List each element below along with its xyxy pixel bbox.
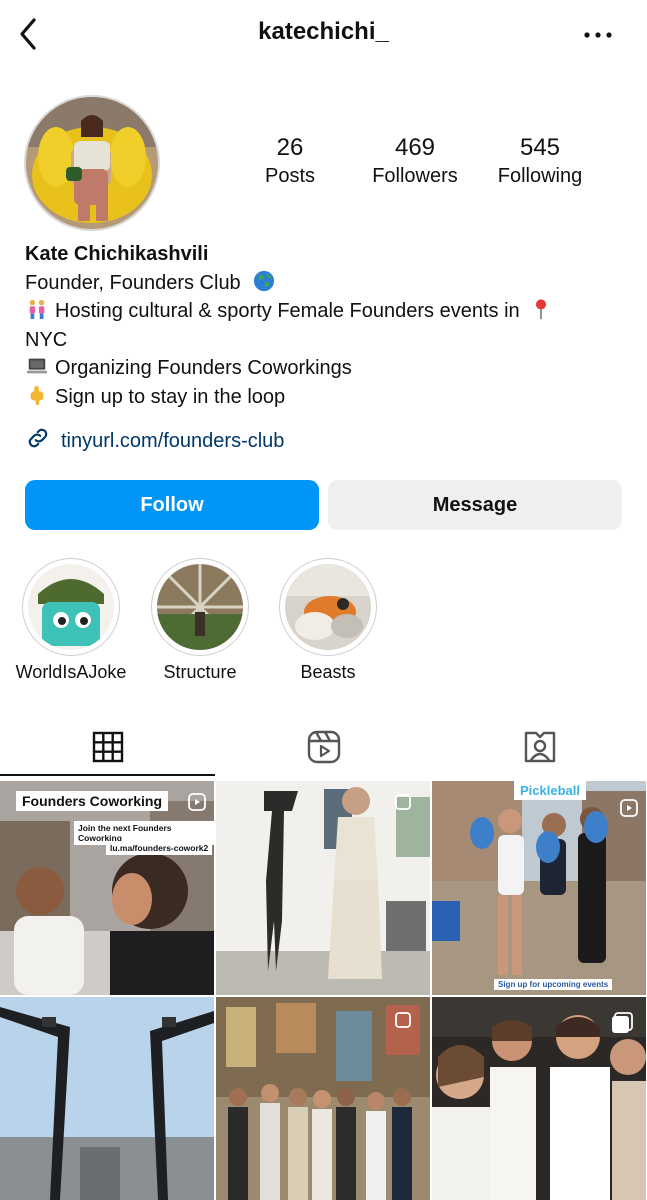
post-thumbnail[interactable] — [216, 781, 430, 995]
following-label: Following — [497, 165, 583, 187]
grid-icon — [92, 731, 124, 768]
followers-count[interactable]: 469 Followers — [355, 133, 475, 189]
following-number: 545 — [519, 134, 561, 161]
reels-icon — [307, 730, 341, 769]
highlight-ring — [279, 558, 377, 656]
post-thumbnail[interactable]: Pickleball Sign up for upcoming events — [432, 781, 646, 995]
reel-icon — [620, 799, 638, 822]
highlight-cover — [28, 564, 114, 650]
highlight-ring — [22, 558, 120, 656]
followers-label: Followers — [372, 165, 458, 187]
posts-count: 26 Posts — [230, 133, 350, 189]
tab-reels[interactable] — [216, 720, 431, 778]
highlight-cover — [285, 564, 371, 650]
followers-number: 469 — [394, 134, 436, 161]
highlight-label: WorldIsAJoke — [15, 662, 127, 682]
post-overlay-text: Sign up for upcoming events — [494, 979, 613, 990]
link-icon — [25, 425, 51, 457]
highlight-cover — [157, 564, 243, 650]
display-name: Kate Chichikashvili — [25, 243, 209, 265]
bio-text: NYC — [25, 328, 68, 351]
bio-line: Hosting cultural & sporty Female Founder… — [25, 297, 625, 354]
highlight-label: Beasts — [300, 662, 356, 682]
bio-text: Organizing Founders Coworkings — [55, 357, 352, 379]
bio-line: Founder, Founders Club — [25, 269, 625, 298]
active-tab-indicator — [0, 774, 215, 776]
posts-label: Posts — [264, 165, 316, 187]
profile-avatar[interactable] — [24, 95, 160, 231]
two-women-icon — [25, 298, 49, 320]
highlight-beasts[interactable]: Beasts — [263, 558, 393, 683]
post-thumbnail[interactable] — [0, 997, 214, 1200]
tab-grid[interactable] — [0, 720, 215, 778]
carousel-icon — [394, 793, 414, 818]
pin-icon — [529, 298, 553, 320]
top-bar: katechichi_ — [0, 0, 647, 72]
bio-text: Sign up to stay in the loop — [55, 385, 286, 408]
post-overlay-title: Pickleball — [514, 781, 586, 800]
carousel-icon — [610, 1011, 634, 1040]
profile-link[interactable]: tinyurl.com/founders-club — [25, 425, 284, 457]
tab-tagged[interactable] — [432, 720, 647, 778]
highlight-ring — [151, 558, 249, 656]
carousel-icon — [394, 1011, 414, 1036]
follow-button[interactable]: Follow — [25, 480, 319, 530]
post-thumbnail[interactable]: Founders Coworking Join the next Founder… — [0, 781, 214, 995]
post-overlay-title: Founders Coworking — [16, 791, 168, 811]
more-options-icon[interactable] — [578, 18, 618, 52]
bio-text: Founder, Founders Club — [25, 271, 241, 294]
message-button[interactable]: Message — [328, 480, 622, 530]
post-overlay-text: lu.ma/founders-cowork2 — [106, 841, 213, 855]
following-count[interactable]: 545 Following — [480, 133, 600, 189]
post-thumbnail[interactable] — [432, 997, 646, 1200]
highlight-worldisajoke[interactable]: WorldIsAJoke — [6, 558, 136, 683]
profile-tabs — [0, 720, 647, 778]
laptop-icon — [25, 355, 49, 377]
bio-line: Sign up to stay in the loop — [25, 383, 625, 412]
globe-icon — [252, 270, 276, 292]
profile-username: katechichi_ — [258, 18, 389, 45]
pointing-down-icon — [25, 384, 49, 406]
tagged-icon — [523, 730, 557, 769]
link-text: tinyurl.com/founders-club — [61, 429, 285, 452]
bio-line: Organizing Founders Coworkings — [25, 354, 625, 383]
highlight-label: Structure — [163, 662, 237, 682]
post-thumbnail[interactable] — [216, 997, 430, 1200]
reel-icon — [188, 793, 206, 816]
profile-bio: Kate Chichikashvili Founder, Founders Cl… — [25, 240, 625, 411]
posts-number: 26 — [276, 134, 304, 161]
bio-text: Hosting cultural & sporty Female Founder… — [55, 300, 520, 322]
highlight-structure[interactable]: Structure — [135, 558, 265, 683]
